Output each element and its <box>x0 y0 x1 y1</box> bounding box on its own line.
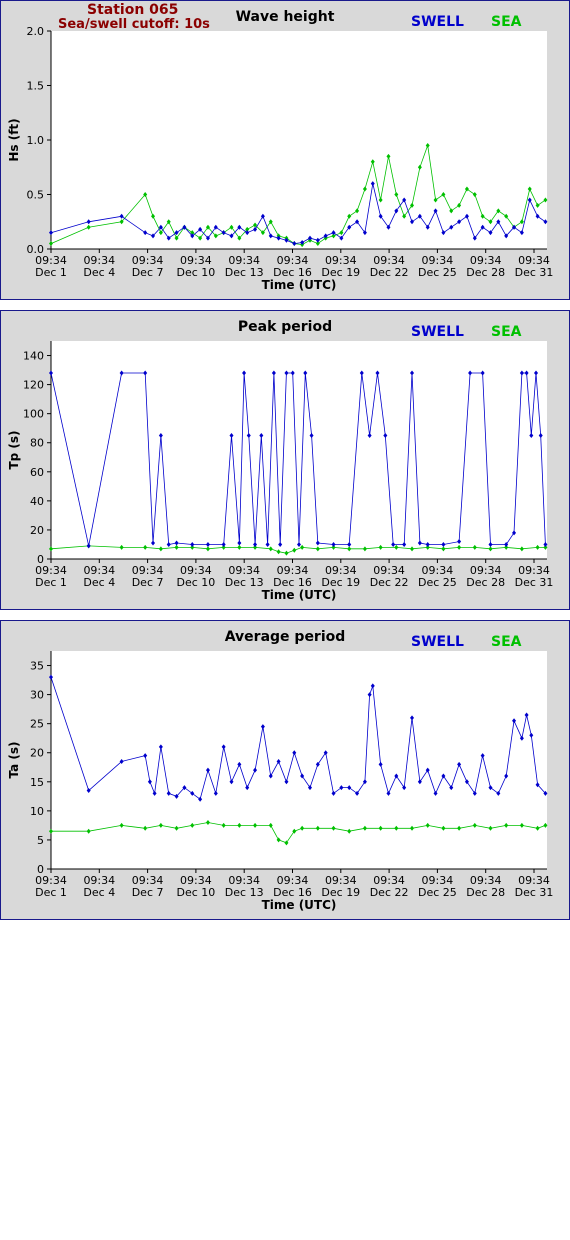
x-tick-date: Dec 1 <box>35 266 67 279</box>
chart-title: Wave height <box>236 9 335 25</box>
x-axis-label: Time (UTC) <box>262 588 337 602</box>
x-tick-date: Dec 25 <box>418 576 457 589</box>
plot-area <box>51 31 547 249</box>
x-tick-date: Dec 10 <box>177 576 216 589</box>
x-tick-date: Dec 25 <box>418 886 457 899</box>
peak-period-chart: 02040608010012014009:34Dec 109:34Dec 409… <box>7 319 554 602</box>
x-tick-date: Dec 31 <box>515 576 554 589</box>
x-tick-date: Dec 28 <box>466 576 505 589</box>
y-tick-label: 120 <box>23 379 44 392</box>
x-tick-date: Dec 7 <box>132 886 164 899</box>
x-tick-date: Dec 28 <box>466 266 505 279</box>
y-axis-label: Hs (ft) <box>7 118 21 161</box>
x-tick-date: Dec 22 <box>370 266 409 279</box>
y-tick-label: 10 <box>30 805 44 818</box>
plot-area <box>51 341 547 559</box>
x-axis-label: Time (UTC) <box>262 898 337 912</box>
x-tick-date: Dec 4 <box>83 266 115 279</box>
y-tick-label: 80 <box>30 437 44 450</box>
x-tick-date: Dec 31 <box>515 886 554 899</box>
y-axis-label: Ta (s) <box>7 741 21 778</box>
y-tick-label: 100 <box>23 408 44 421</box>
y-tick-label: 40 <box>30 495 44 508</box>
chart-title: Average period <box>225 629 346 645</box>
y-tick-label: 1.0 <box>27 134 45 147</box>
legend-swell: SWELL <box>411 324 464 340</box>
y-tick-label: 2.0 <box>27 25 45 38</box>
x-tick-date: Dec 4 <box>83 886 115 899</box>
x-tick-date: Dec 1 <box>35 576 67 589</box>
x-tick-date: Dec 7 <box>132 266 164 279</box>
x-tick-date: Dec 13 <box>225 266 264 279</box>
y-tick-label: 5 <box>37 834 44 847</box>
y-tick-label: 35 <box>30 660 44 673</box>
wave-height-chart: 0.00.51.01.52.009:34Dec 109:34Dec 409:34… <box>7 9 554 292</box>
legend-sea: SEA <box>491 14 522 30</box>
y-tick-label: 30 <box>30 689 44 702</box>
x-tick-date: Dec 1 <box>35 886 67 899</box>
x-tick-date: Dec 25 <box>418 266 457 279</box>
y-tick-label: 15 <box>30 776 44 789</box>
chart-title: Peak period <box>238 319 332 335</box>
x-tick-date: Dec 10 <box>177 266 216 279</box>
y-tick-label: 0.5 <box>27 189 45 202</box>
y-tick-label: 20 <box>30 524 44 537</box>
x-tick-date: Dec 10 <box>177 886 216 899</box>
y-tick-label: 25 <box>30 718 44 731</box>
y-tick-label: 140 <box>23 350 44 363</box>
legend-sea: SEA <box>491 324 522 340</box>
peak-period-panel: 0 20 40 60 80 100 120 140 09:34 Dec 1 09:34 Dec 4 09… <box>0 310 570 610</box>
average-period-panel: 0 5 10 15 20 25 30 35 09:34 Dec 1 09:34 Dec 4 09:34 D… <box>0 620 570 920</box>
x-tick-date: Dec 28 <box>466 886 505 899</box>
legend-swell: SWELL <box>411 634 464 650</box>
x-tick-date: Dec 22 <box>370 576 409 589</box>
x-tick-date: Dec 31 <box>515 266 554 279</box>
legend-swell: SWELL <box>411 14 464 30</box>
x-tick-date: Dec 4 <box>83 576 115 589</box>
y-axis-label: Tp (s) <box>7 430 21 469</box>
y-tick-label: 1.5 <box>27 80 45 93</box>
x-tick-date: Dec 22 <box>370 886 409 899</box>
legend-sea: SEA <box>491 634 522 650</box>
y-tick-label: 60 <box>30 466 44 479</box>
x-axis-label: Time (UTC) <box>262 278 337 292</box>
plot-area <box>51 651 547 869</box>
x-tick-date: Dec 13 <box>225 576 264 589</box>
x-tick-date: Dec 7 <box>132 576 164 589</box>
x-tick-date: Dec 13 <box>225 886 264 899</box>
y-tick-label: 20 <box>30 747 44 760</box>
wave-height-panel: Station 065 Sea/swell cutoff: 10s 0.0 0.5… <box>0 0 570 300</box>
average-period-chart: 0510152025303509:34Dec 109:34Dec 409:34D… <box>7 629 554 912</box>
